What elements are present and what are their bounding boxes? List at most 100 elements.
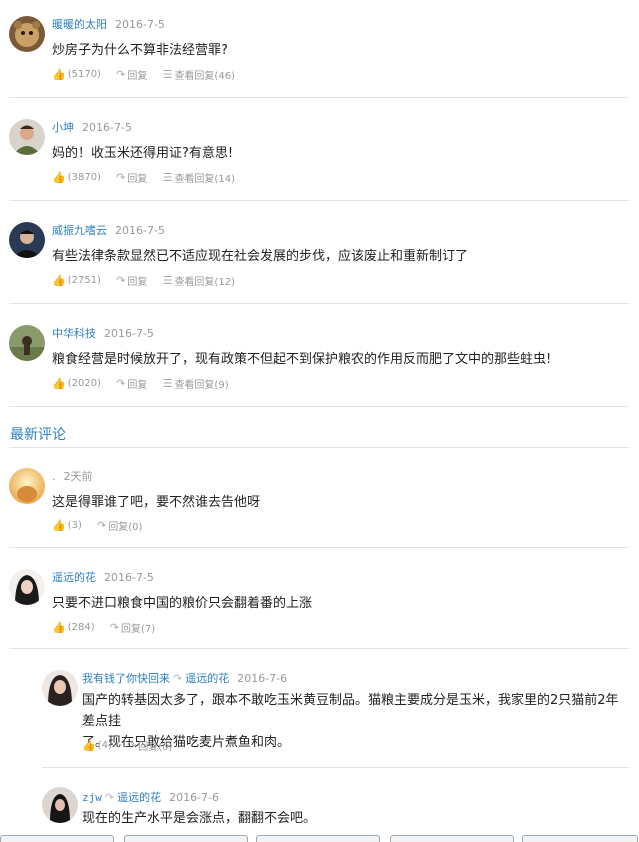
comment-date: 2016-7-5 <box>115 18 165 31</box>
reply-button[interactable]: ↷ 回复 <box>116 67 147 82</box>
like-count: (3870) <box>67 172 101 183</box>
comment-text: 粮食经营是时候放开了，现有政策不但起不到保护粮农的作用反而肥了文中的那些蛀虫! <box>52 352 552 367</box>
reply-arrow-icon: ↷ <box>97 519 107 532</box>
user-avatar[interactable] <box>9 119 45 155</box>
like-button[interactable]: 👍 (2751) <box>52 274 101 287</box>
comment-text: 有些法律条款显然已不适应现在社会发展的步伐，应该废止和重新制订了 <box>52 249 469 264</box>
user-avatar[interactable] <box>42 787 78 823</box>
divider <box>9 547 629 548</box>
reply-arrow-icon: ↷ <box>116 274 126 287</box>
view-replies-button[interactable]: ☰ 查看回复(46) <box>163 67 235 82</box>
like-button[interactable]: 👍 (3870) <box>52 171 101 184</box>
reply-to-username[interactable]: 遥远的花 <box>185 672 229 685</box>
list-icon: ☰ <box>162 171 173 184</box>
username[interactable]: 我有钱了你快回来 <box>82 672 170 685</box>
username[interactable]: zjw <box>82 791 102 804</box>
username[interactable]: 暖暖的太阳 <box>52 18 107 31</box>
reply-to-icon: ↷ <box>173 672 183 685</box>
comment-meta: . 2天前 <box>52 468 93 484</box>
list-icon: ☰ <box>162 274 173 287</box>
comment-text: 只要不进口粮食中国的粮价只会翻着番的上涨 <box>52 596 313 611</box>
comment-text: 炒房子为什么不算非法经营罪? <box>52 43 228 58</box>
comment-meta: 遥远的花 2016-7-5 <box>52 569 154 585</box>
reply-to-username[interactable]: 遥远的花 <box>117 791 161 804</box>
divider <box>9 648 629 649</box>
reply-label: 回复 <box>127 71 148 82</box>
reply-button[interactable]: ↷ 回复 <box>116 170 147 185</box>
view-replies-label: 查看回复(9) <box>174 380 229 391</box>
comment-text: 妈的！收玉米还得用证?有意思! <box>52 146 234 161</box>
like-button[interactable]: 👍 (5170) <box>52 68 101 81</box>
comment-actions: 👍 (2020) ↷ 回复 ☰ 查看回复(9) <box>52 376 241 391</box>
username[interactable]: 小坤 <box>52 121 74 134</box>
list-icon: ☰ <box>162 377 173 390</box>
like-count: (4) <box>97 740 112 751</box>
thumbs-up-icon: 👍 <box>52 171 66 184</box>
reply-meta: zjw ↷ 遥远的花 2016-7-6 <box>82 789 219 805</box>
user-avatar[interactable] <box>9 569 45 605</box>
user-avatar[interactable] <box>42 670 78 706</box>
reply-button[interactable]: ↷ 回复(0) <box>97 518 142 533</box>
comment-text: 这是得罪谁了吧，要不然谁去告他呀 <box>52 495 261 510</box>
username[interactable]: . <box>52 470 56 483</box>
view-replies-label: 查看回复(46) <box>174 71 235 82</box>
username[interactable]: 中华科技 <box>52 327 96 340</box>
divider <box>9 200 629 201</box>
reply-button[interactable]: ↷ 回复(7) <box>110 620 155 635</box>
reply-text-line: 国产的转基因太多了，跟本不敢吃玉米黄豆制品。猫粮主要成分是玉米，我家里的2只猫前… <box>82 693 619 729</box>
username[interactable]: 威振九嗜云 <box>52 224 107 237</box>
reply-button[interactable]: ↷ 回复 <box>116 376 147 391</box>
view-replies-button[interactable]: ☰ 查看回复(14) <box>163 170 235 185</box>
comment-actions: 👍 (284) ↷ 回复(7) <box>52 620 167 635</box>
divider <box>9 406 629 407</box>
comment-actions: 👍 (5170) ↷ 回复 ☰ 查看回复(46) <box>52 67 247 82</box>
reply-label: 回复 <box>127 174 148 185</box>
comment-date: 2016-7-6 <box>237 672 288 685</box>
comment-date: 2天前 <box>63 470 93 483</box>
like-button[interactable]: 👍 (284) <box>52 621 95 634</box>
reply-text: 现在的生产水平是会涨点，翻翻不会吧。 <box>82 811 317 826</box>
view-replies-button[interactable]: ☰ 查看回复(12) <box>163 273 235 288</box>
like-button[interactable]: 👍 (3) <box>52 519 82 532</box>
view-replies-label: 查看回复(12) <box>174 277 235 288</box>
reply-label: 回复(0) <box>108 522 143 533</box>
latest-comments-title: 最新评论 <box>10 427 66 443</box>
user-avatar[interactable] <box>9 325 45 361</box>
comment-actions: 👍 (3) ↷ 回复(0) <box>52 518 154 533</box>
reply-button[interactable]: ↷ 回复 <box>116 273 147 288</box>
like-button[interactable]: 👍 (4) <box>82 739 112 752</box>
reply-button[interactable]: ↷ 回复(0) <box>127 738 172 753</box>
comment-date: 2016-7-6 <box>169 791 220 804</box>
like-count: (5170) <box>67 69 101 80</box>
comment-meta: 威振九嗜云 2016-7-5 <box>52 222 165 238</box>
reply-to-icon: ↷ <box>104 791 115 804</box>
comment-actions: 👍 (2751) ↷ 回复 ☰ 查看回复(12) <box>52 273 247 288</box>
thumbs-up-icon: 👍 <box>82 739 96 752</box>
user-avatar[interactable] <box>9 222 45 258</box>
comment-meta: 暖暖的太阳 2016-7-5 <box>52 16 165 32</box>
reply-arrow-icon: ↷ <box>116 377 126 390</box>
like-button[interactable]: 👍 (2020) <box>52 377 101 390</box>
comment-date: 2016-7-5 <box>104 327 154 340</box>
comment-meta: 中华科技 2016-7-5 <box>52 325 154 341</box>
comment-actions: 👍 (4) ↷ 回复(0) <box>82 738 184 753</box>
bottom-toolbar <box>0 833 639 842</box>
like-count: (2020) <box>67 378 101 389</box>
thumbs-up-icon: 👍 <box>52 377 66 390</box>
comment-meta: 小坤 2016-7-5 <box>52 119 132 135</box>
reply-arrow-icon: ↷ <box>116 68 126 81</box>
comment-date: 2016-7-5 <box>115 224 165 237</box>
user-avatar[interactable] <box>9 468 45 504</box>
divider <box>9 303 629 304</box>
username[interactable]: 遥远的花 <box>52 571 96 584</box>
comment-date: 2016-7-5 <box>104 571 154 584</box>
reply-meta: 我有钱了你快回来 ↷ 遥远的花 2016-7-6 <box>82 670 287 686</box>
reply-arrow-icon: ↷ <box>127 739 137 752</box>
reply-arrow-icon: ↷ <box>109 621 119 634</box>
reply-label: 回复 <box>127 277 148 288</box>
user-avatar[interactable] <box>9 16 45 52</box>
thumbs-up-icon: 👍 <box>52 519 66 532</box>
thumbs-up-icon: 👍 <box>52 68 66 81</box>
reply-label: 回复(0) <box>138 742 173 753</box>
view-replies-button[interactable]: ☰ 查看回复(9) <box>163 376 229 391</box>
